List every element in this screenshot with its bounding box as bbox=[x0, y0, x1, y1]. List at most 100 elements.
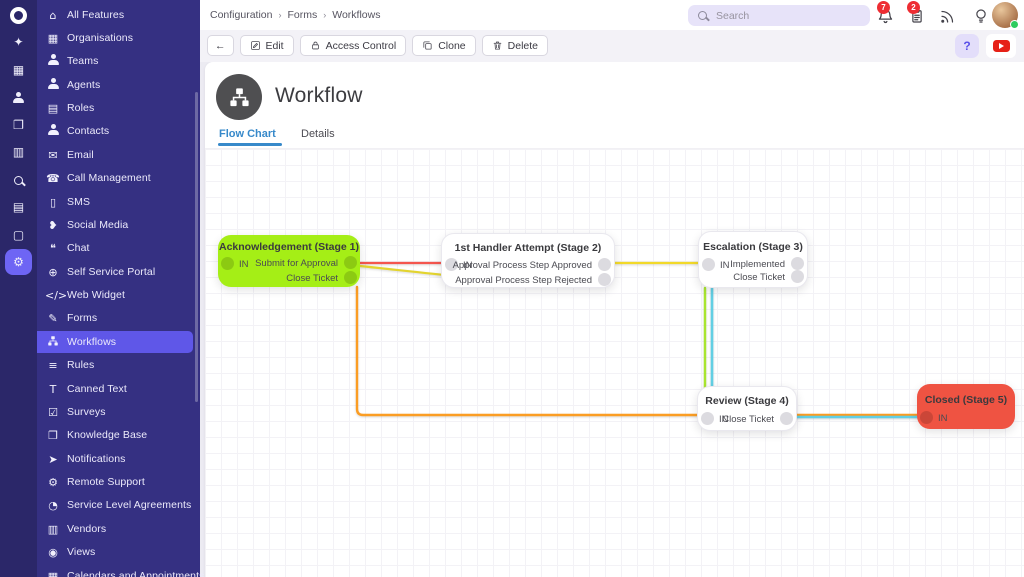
rail-fleet-button[interactable]: ▥ bbox=[5, 139, 32, 165]
delete-button[interactable]: Delete bbox=[482, 35, 548, 56]
send-icon: ➤ bbox=[45, 453, 61, 466]
sidebar-item-calendars-and-appointments[interactable]: ▦Calendars and Appointments bbox=[32, 565, 193, 577]
rail-pin-button[interactable]: ✦ bbox=[5, 29, 32, 55]
rail-monitor-button[interactable]: ▢ bbox=[5, 222, 32, 248]
rail-calendar-button[interactable]: ▦ bbox=[5, 57, 32, 83]
rail-user-button[interactable] bbox=[5, 84, 32, 110]
node-stage2[interactable]: 1st Handler Attempt (Stage 2)INApproval … bbox=[441, 233, 615, 288]
port-out-stage1-close-ticket[interactable] bbox=[344, 271, 357, 284]
rail-logo-button[interactable] bbox=[5, 2, 32, 28]
sidebar-item-service-level-agreements[interactable]: ◔Service Level Agreements bbox=[32, 494, 193, 516]
rail-search-button[interactable] bbox=[5, 167, 32, 193]
edit-button[interactable]: Edit bbox=[240, 35, 294, 56]
node-stage3[interactable]: Escalation (Stage 3)INImplementedClose T… bbox=[698, 231, 808, 288]
sidebar-item-label: Contacts bbox=[67, 125, 109, 137]
port-in-stage5[interactable] bbox=[920, 411, 933, 424]
agent-icon bbox=[45, 78, 61, 92]
list-icon: ≡ bbox=[48, 359, 57, 372]
globe-icon: ⊕ bbox=[45, 266, 61, 279]
node-stage1[interactable]: Acknowledgement (Stage 1)INSubmit for Ap… bbox=[218, 235, 360, 287]
sidebar-item-call-management[interactable]: ☎Call Management bbox=[32, 167, 193, 189]
sidebar-item-sms[interactable]: ▯SMS bbox=[32, 191, 193, 213]
node-stage5[interactable]: Closed (Stage 5)IN bbox=[917, 384, 1015, 429]
port-out-stage1-submit-for-approval[interactable] bbox=[344, 256, 357, 269]
copy-icon bbox=[422, 40, 433, 51]
page-title: Workflow bbox=[275, 84, 363, 108]
rail-document-button[interactable]: ▤ bbox=[5, 194, 32, 220]
sidebar-item-roles[interactable]: ▤Roles bbox=[32, 97, 193, 119]
sidebar-item-notifications[interactable]: ➤Notifications bbox=[32, 448, 193, 470]
output-label: Close Ticket bbox=[733, 272, 785, 283]
user-avatar[interactable] bbox=[992, 2, 1018, 28]
clone-button[interactable]: Clone bbox=[412, 35, 475, 56]
port-out-stage3-implemented[interactable] bbox=[791, 257, 804, 270]
port-out-stage4-close-ticket[interactable] bbox=[780, 412, 793, 425]
rail-package-button[interactable]: ❐ bbox=[5, 112, 32, 138]
teams-icon bbox=[48, 54, 59, 65]
sidebar-item-label: Views bbox=[67, 546, 95, 558]
tab-details[interactable]: Details bbox=[301, 128, 335, 140]
ideas-bulb-button[interactable] bbox=[970, 5, 992, 27]
sidebar-item-chat[interactable]: ❝Chat bbox=[32, 237, 193, 259]
sidebar-item-label: SMS bbox=[67, 196, 90, 208]
twitter-icon: ❥ bbox=[45, 219, 61, 232]
access-control-button[interactable]: Access Control bbox=[300, 35, 407, 56]
sidebar-item-views[interactable]: ◉Views bbox=[32, 541, 193, 563]
rss-feed-button[interactable] bbox=[937, 5, 959, 27]
sidebar-item-email[interactable]: ✉Email bbox=[32, 144, 193, 166]
sidebar-item-rules[interactable]: ≡ Rules bbox=[32, 354, 193, 376]
help-button[interactable]: ? bbox=[955, 34, 979, 58]
text-icon: T bbox=[50, 383, 57, 396]
port-out-stage2-approval-process-step-approved[interactable] bbox=[598, 258, 611, 271]
node-stage4[interactable]: Review (Stage 4)INClose Ticket bbox=[697, 386, 797, 431]
remote-icon: ⚙ bbox=[45, 476, 61, 489]
search-input[interactable] bbox=[714, 9, 844, 23]
sidebar-scrollbar[interactable] bbox=[195, 92, 198, 402]
sidebar-item-label: Social Media bbox=[67, 219, 128, 231]
code-icon: </> bbox=[45, 289, 61, 302]
sidebar-item-agents[interactable]: Agents bbox=[32, 74, 193, 96]
sidebar-item-forms[interactable]: ✎Forms bbox=[32, 307, 193, 329]
port-in-stage4[interactable] bbox=[701, 412, 714, 425]
sidebar-item-contacts[interactable]: Contacts bbox=[32, 120, 193, 142]
sidebar-item-self-service-portal[interactable]: ⊕Self Service Portal bbox=[32, 261, 193, 283]
monitor-icon: ▢ bbox=[13, 228, 24, 242]
calendar-icon: ▦ bbox=[13, 63, 24, 77]
global-search[interactable] bbox=[688, 5, 870, 26]
sidebar-item-label: Remote Support bbox=[67, 476, 145, 488]
sidebar-item-workflows[interactable]: Workflows bbox=[32, 331, 193, 353]
sidebar-item-label: Web Widget bbox=[67, 289, 125, 301]
contact-icon bbox=[48, 124, 59, 135]
port-in-stage3[interactable] bbox=[702, 258, 715, 271]
youtube-button[interactable] bbox=[986, 34, 1016, 58]
flowchart-canvas[interactable]: Acknowledgement (Stage 1)INSubmit for Ap… bbox=[205, 148, 1024, 577]
sidebar-item-surveys[interactable]: ☑Surveys bbox=[32, 401, 193, 423]
sidebar-item-web-widget[interactable]: </> Web Widget bbox=[32, 284, 193, 306]
sidebar-item-knowledge-base[interactable]: ❐Knowledge Base bbox=[32, 424, 193, 446]
building-icon: ▦ bbox=[45, 32, 61, 45]
code-icon: </> bbox=[45, 289, 67, 302]
sla-icon: ◔ bbox=[48, 499, 58, 512]
rail-settings-button[interactable]: ⚙ bbox=[5, 249, 32, 275]
back-button[interactable]: ← bbox=[207, 35, 234, 56]
port-out-stage3-close-ticket[interactable] bbox=[791, 270, 804, 283]
sidebar-item-label: Teams bbox=[67, 55, 98, 67]
package-icon: ❐ bbox=[13, 118, 24, 132]
twitter-icon: ❥ bbox=[48, 219, 57, 232]
breadcrumb-workflows[interactable]: Workflows bbox=[332, 9, 380, 21]
sidebar-item-teams[interactable]: Teams bbox=[32, 50, 193, 72]
sidebar-item-organisations[interactable]: ▦Organisations bbox=[32, 27, 193, 49]
sidebar-item-label: Call Management bbox=[67, 172, 151, 184]
sidebar-item-remote-support[interactable]: ⚙ Remote Support bbox=[32, 471, 193, 493]
sidebar-item-all-features[interactable]: ⌂All Features bbox=[32, 4, 193, 26]
tab-flow-chart[interactable]: Flow Chart bbox=[219, 128, 276, 140]
breadcrumb-forms[interactable]: Forms bbox=[287, 9, 317, 21]
sidebar-item-vendors[interactable]: ▥Vendors bbox=[32, 518, 193, 540]
breadcrumb-configuration[interactable]: Configuration bbox=[210, 9, 272, 21]
youtube-icon bbox=[993, 40, 1010, 52]
sidebar-item-label: Rules bbox=[67, 359, 94, 371]
port-out-stage2-approval-process-step-rejected[interactable] bbox=[598, 273, 611, 286]
sidebar-item-canned-text[interactable]: TCanned Text bbox=[32, 378, 193, 400]
port-in-stage1[interactable] bbox=[221, 257, 234, 270]
sidebar-item-social-media[interactable]: ❥ Social Media bbox=[32, 214, 193, 236]
